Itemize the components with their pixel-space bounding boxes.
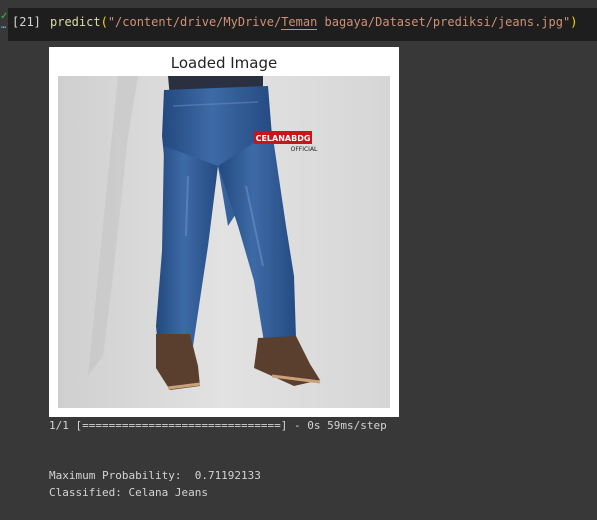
execution-count: [21] — [12, 15, 41, 29]
figure-title: Loaded Image — [170, 54, 278, 72]
brand-logo-main: CELANABDG — [256, 134, 311, 143]
run-status: ✓ ⋯ — [0, 11, 9, 33]
more-icon[interactable]: ⋯ — [1, 24, 6, 33]
code-string-suffix: bagaya/Dataset/prediksi/jeans.jpg" — [317, 15, 571, 29]
code-string-underlined: Teman — [281, 15, 318, 30]
jeans-photo: CELANABDG OFFICIAL — [58, 76, 390, 408]
brand-logo-sub: OFFICIAL — [291, 146, 318, 153]
success-check-icon: ✓ — [0, 11, 9, 22]
code-line[interactable]: predict("/content/drive/MyDrive/Teman ba… — [50, 15, 578, 30]
output-figure: Loaded Image CELANABDG OFFICIAL — [49, 47, 399, 417]
code-string: "/content/drive/MyDrive/Teman bagaya/Dat… — [108, 15, 570, 30]
max-probability-output: Maximum Probability: 0.71192133 — [49, 469, 261, 482]
progress-output: 1/1 [==============================] - 0… — [49, 419, 387, 432]
code-function: predict — [50, 15, 101, 29]
classified-output: Classified: Celana Jeans — [49, 486, 208, 499]
code-string-prefix: "/content/drive/MyDrive/ — [107, 15, 282, 29]
code-close-paren: ) — [570, 15, 578, 29]
code-open-paren: ( — [100, 15, 108, 29]
figure-axes: CELANABDG OFFICIAL — [58, 76, 390, 408]
